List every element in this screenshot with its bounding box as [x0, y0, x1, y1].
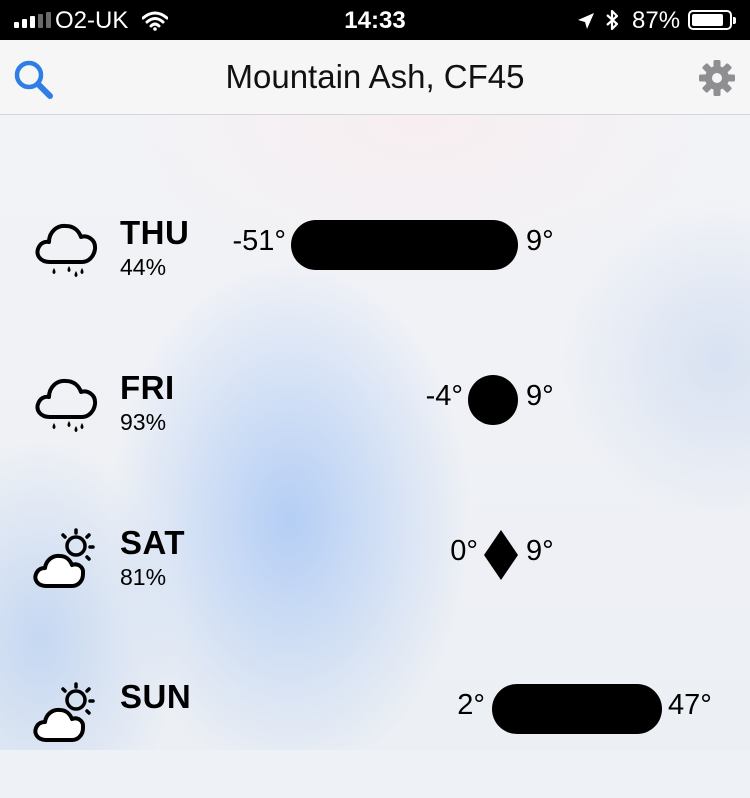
- rain-cloud-icon: [32, 218, 102, 288]
- precip-chance: 44%: [120, 254, 167, 280]
- high-temp: 9°: [526, 535, 554, 567]
- low-temp: 0°: [450, 535, 478, 567]
- battery-icon: [688, 10, 736, 30]
- precip-chance: 81%: [120, 564, 167, 590]
- day-label: SAT: [120, 524, 186, 561]
- high-temp: 9°: [526, 380, 554, 412]
- location-title: Mountain Ash, CF45: [225, 58, 525, 95]
- gear-icon[interactable]: [697, 58, 737, 98]
- nav-bar: Mountain Ash, CF45: [0, 40, 750, 115]
- sun-cloud-icon: [32, 682, 102, 752]
- rain-cloud-icon: [32, 373, 102, 443]
- low-temp: -4°: [425, 380, 463, 412]
- bluetooth-icon: [604, 8, 620, 39]
- temp-range-bar: [291, 220, 518, 270]
- day-label: SUN: [120, 678, 192, 715]
- day-label: THU: [120, 214, 190, 251]
- battery-level: [692, 14, 723, 26]
- location-arrow-icon: [576, 10, 596, 38]
- high-temp: 9°: [526, 225, 554, 257]
- low-temp: 2°: [457, 689, 485, 721]
- battery-percent: 87%: [632, 7, 681, 34]
- forecast-row-fri[interactable]: FRI 93% -4° 9°: [0, 369, 750, 489]
- forecast-row-thu[interactable]: THU 44% -51° 9°: [0, 214, 750, 334]
- high-temp: 47°: [668, 689, 712, 721]
- day-label: FRI: [120, 369, 175, 406]
- forecast-row-sat[interactable]: SAT 81% 0° 9°: [0, 524, 750, 644]
- temp-range-bar: [484, 530, 518, 580]
- temp-range-bar: [468, 375, 518, 425]
- low-temp: -51°: [232, 225, 286, 257]
- temp-range-bar: [492, 684, 662, 734]
- precip-chance: 93%: [120, 409, 167, 435]
- status-bar: O2-UK 14:33 87%: [0, 0, 750, 40]
- sun-cloud-icon: [32, 528, 102, 598]
- forecast-row-sun[interactable]: SUN 2° 47°: [0, 678, 750, 798]
